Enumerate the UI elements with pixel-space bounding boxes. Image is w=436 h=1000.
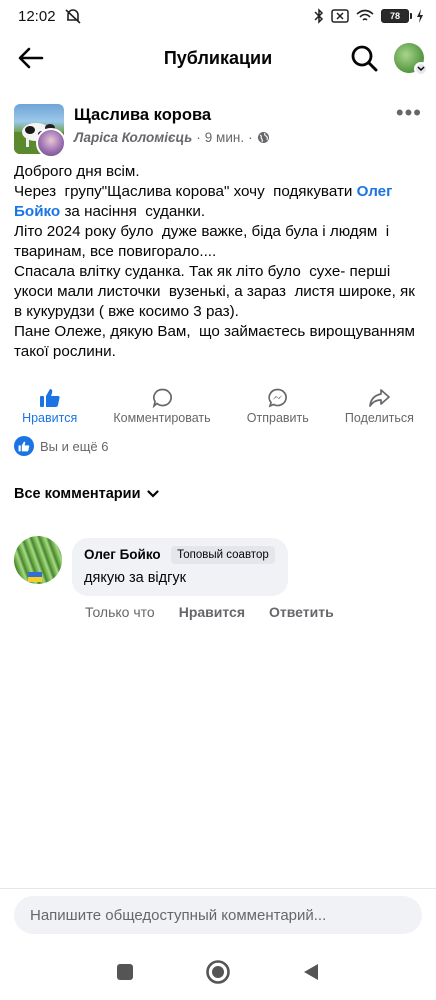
send-label: Отправить: [246, 410, 309, 425]
comment-input[interactable]: Напишите общедоступный комментарий...: [14, 896, 422, 934]
thumbs-up-icon: [39, 388, 60, 407]
top-contributor-badge: Топовый соавтор: [171, 546, 275, 564]
comment-text: дякую за відгук: [84, 570, 186, 587]
status-time: 12:02: [18, 7, 56, 25]
like-button[interactable]: Нравится: [22, 388, 77, 425]
comment-reply-button[interactable]: Ответить: [269, 604, 334, 620]
comment-button[interactable]: Комментировать: [113, 388, 211, 425]
comment-bubble[interactable]: Олег Бойко Топовый соавтор дякую за відг…: [72, 538, 288, 596]
reactions-summary[interactable]: Вы и ещё 6: [14, 436, 109, 456]
status-bar: 12:02 78: [0, 0, 436, 32]
share-label: Поделиться: [344, 410, 414, 425]
post-text-part1: Доброго дня всім. Через групу"Щаслива ко…: [14, 163, 353, 200]
post-text-part2: за насіння суданки. Літо 2024 року було …: [14, 203, 415, 360]
comment-meta: Только что Нравится Ответить: [85, 604, 334, 620]
chevron-down-icon: [146, 490, 159, 498]
back-arrow-icon[interactable]: [18, 47, 44, 69]
ukraine-flag-icon: [28, 572, 42, 582]
messenger-icon: [268, 388, 288, 407]
globe-icon: [257, 132, 269, 143]
chevron-down-icon: [414, 62, 428, 76]
post-author[interactable]: Ларіса Коломієць: [74, 130, 192, 145]
comments-filter-label: Все комментарии: [14, 486, 141, 502]
back-icon[interactable]: [301, 962, 321, 982]
comment-time: Только что: [85, 604, 155, 620]
mute-icon: [65, 9, 81, 24]
divider: [0, 888, 436, 889]
post-time[interactable]: 9 мин.: [205, 130, 244, 145]
reactions-text: Вы и ещё 6: [40, 438, 109, 454]
like-reaction-icon: [14, 436, 34, 456]
wifi-icon: [356, 9, 374, 21]
post-actions: Нравится Комментировать Отправить Подели…: [0, 384, 436, 428]
bluetooth-icon: [314, 8, 324, 24]
charging-icon: [417, 9, 423, 23]
app-header: Публикации: [0, 32, 436, 84]
comment-input-placeholder: Напишите общедоступный комментарий...: [30, 906, 327, 924]
meta-separator: ·: [248, 130, 253, 145]
comments-filter[interactable]: Все комментарии: [14, 486, 159, 502]
system-nav-bar: [0, 952, 436, 992]
comment-author[interactable]: Олег Бойко: [84, 547, 161, 562]
like-label: Нравится: [22, 410, 78, 425]
more-options-icon[interactable]: •••: [396, 102, 422, 124]
share-icon: [369, 388, 391, 407]
group-name[interactable]: Щаслива корова: [74, 106, 211, 125]
meta-separator: ·: [196, 130, 201, 145]
post-header: Щаслива корова Ларіса Коломієць · 9 мин.…: [14, 102, 424, 158]
profile-avatar[interactable]: [394, 43, 428, 76]
search-icon[interactable]: [350, 44, 378, 72]
post-text: Доброго дня всім. Через групу"Щаслива ко…: [14, 162, 424, 362]
share-button[interactable]: Поделиться: [345, 388, 414, 425]
no-sim-icon: [331, 9, 349, 23]
recents-icon[interactable]: [115, 962, 135, 982]
post-meta: Ларіса Коломієць · 9 мин. ·: [74, 130, 270, 145]
comment-icon: [152, 388, 172, 408]
battery-icon: 78: [381, 9, 412, 23]
home-icon[interactable]: [205, 959, 231, 985]
comment-like-button[interactable]: Нравится: [179, 604, 245, 620]
send-button[interactable]: Отправить: [247, 388, 309, 425]
comment-label: Комментировать: [113, 410, 211, 425]
author-avatar[interactable]: [36, 128, 66, 158]
